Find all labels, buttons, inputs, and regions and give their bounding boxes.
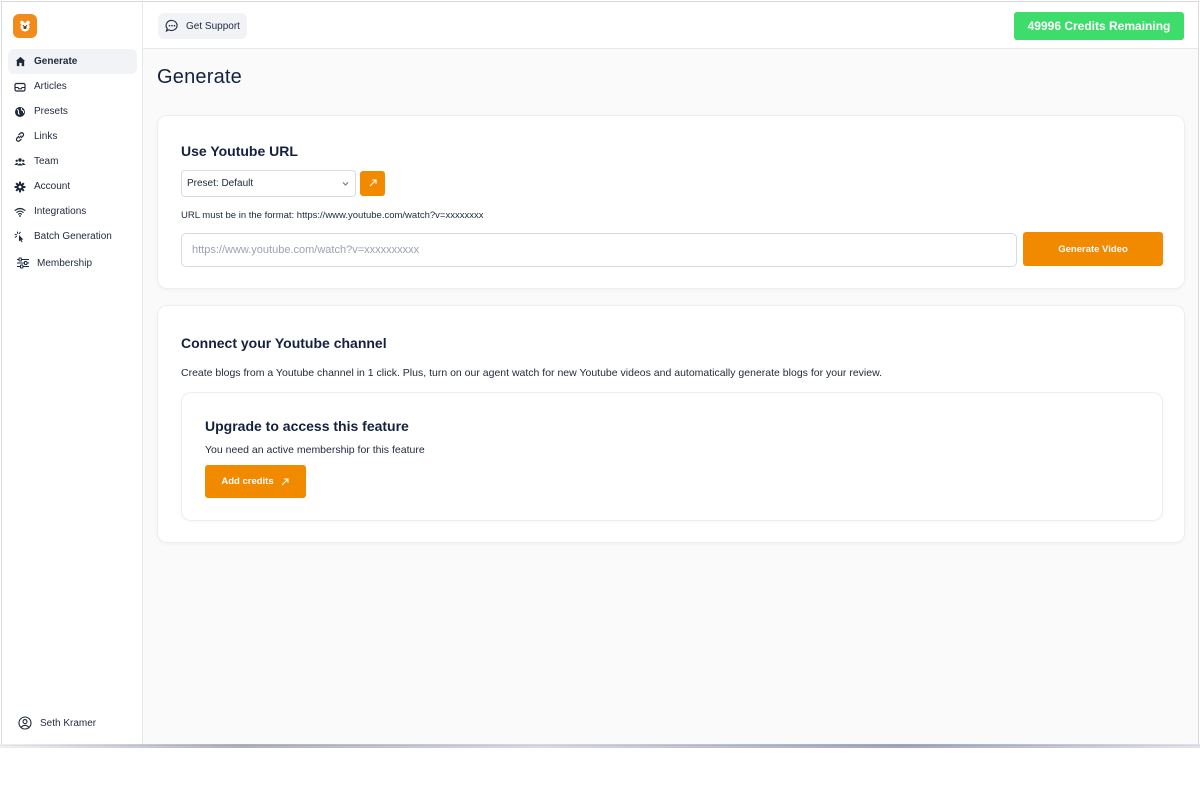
preset-select-value: Preset: Default [187, 178, 254, 189]
globe-icon [14, 106, 26, 118]
page-title: Generate [157, 66, 242, 88]
youtube-url-input[interactable] [181, 233, 1017, 267]
open-preset-button[interactable] [360, 171, 385, 196]
wifi-icon [14, 206, 26, 218]
sidebar-item-presets[interactable]: Presets [8, 99, 137, 124]
credits-remaining-button[interactable]: 49996 Credits Remaining [1014, 12, 1184, 40]
user-name: Seth Kramer [40, 717, 97, 729]
sidebar-item-label: Membership [37, 257, 93, 269]
youtube-channel-description: Create blogs from a Youtube channel in 1… [181, 367, 883, 379]
sidebar-item-team[interactable]: Team [8, 149, 137, 174]
add-credits-button[interactable]: Add credits [205, 465, 306, 498]
sidebar-item-label: Integrations [34, 206, 87, 217]
sidebar-item-label: Team [34, 156, 59, 167]
generate-video-button[interactable]: Generate Video [1023, 232, 1163, 266]
youtube-channel-card: Connect your Youtube channel Create blog… [157, 305, 1185, 543]
sidebar-nav: Generate Articles Presets Links Team Acc… [8, 49, 137, 277]
window-shadow [0, 744, 1200, 748]
sidebar-item-label: Batch Generation [34, 231, 112, 242]
youtube-url-title: Use Youtube URL [181, 143, 298, 159]
user-profile[interactable]: Seth Kramer [18, 716, 96, 730]
external-link-icon [280, 477, 290, 487]
sidebar-item-label: Account [34, 181, 71, 192]
get-support-label: Get Support [186, 20, 240, 32]
upgrade-description: You need an active membership for this f… [205, 444, 425, 456]
preset-select[interactable]: Preset: Default [181, 170, 356, 197]
users-icon [14, 156, 26, 168]
sidebar-item-articles[interactable]: Articles [8, 74, 137, 99]
link-icon [14, 131, 26, 143]
sidebar: Generate Articles Presets Links Team Acc… [2, 2, 143, 745]
youtube-url-card: Use Youtube URL Preset: Default URL must… [157, 115, 1185, 289]
sidebar-item-label: Articles [34, 81, 67, 92]
sidebar-item-account[interactable]: Account [8, 174, 137, 199]
sidebar-item-membership[interactable]: Membership [8, 249, 137, 277]
gear-icon [14, 181, 26, 193]
sidebar-item-label: Presets [34, 106, 68, 117]
external-link-icon [368, 175, 378, 193]
sidebar-item-links[interactable]: Links [8, 124, 137, 149]
url-format-hint: URL must be in the format: https://www.y… [181, 210, 484, 221]
chevron-down-icon [341, 179, 350, 188]
sidebar-item-integrations[interactable]: Integrations [8, 199, 137, 224]
get-support-button[interactable]: Get Support [158, 13, 247, 39]
sidebar-item-batch-generation[interactable]: Batch Generation [8, 224, 137, 249]
app-window: Generate Articles Presets Links Team Acc… [1, 1, 1199, 746]
sidebar-item-label: Links [34, 131, 58, 142]
youtube-channel-title: Connect your Youtube channel [181, 335, 387, 351]
user-circle-icon [18, 716, 32, 730]
add-credits-label: Add credits [221, 476, 274, 487]
sidebar-item-generate[interactable]: Generate [8, 49, 137, 74]
pointer-click-icon [14, 231, 26, 243]
home-icon [14, 56, 26, 68]
sliders-icon [16, 257, 30, 269]
chat-bubble-icon [165, 19, 179, 33]
upgrade-title: Upgrade to access this feature [205, 418, 409, 434]
sidebar-item-label: Generate [34, 56, 78, 67]
topbar: Get Support 49996 Credits Remaining [143, 2, 1198, 49]
bear-logo-icon[interactable] [13, 14, 37, 38]
inbox-icon [14, 81, 26, 93]
upgrade-card: Upgrade to access this feature You need … [181, 392, 1163, 521]
